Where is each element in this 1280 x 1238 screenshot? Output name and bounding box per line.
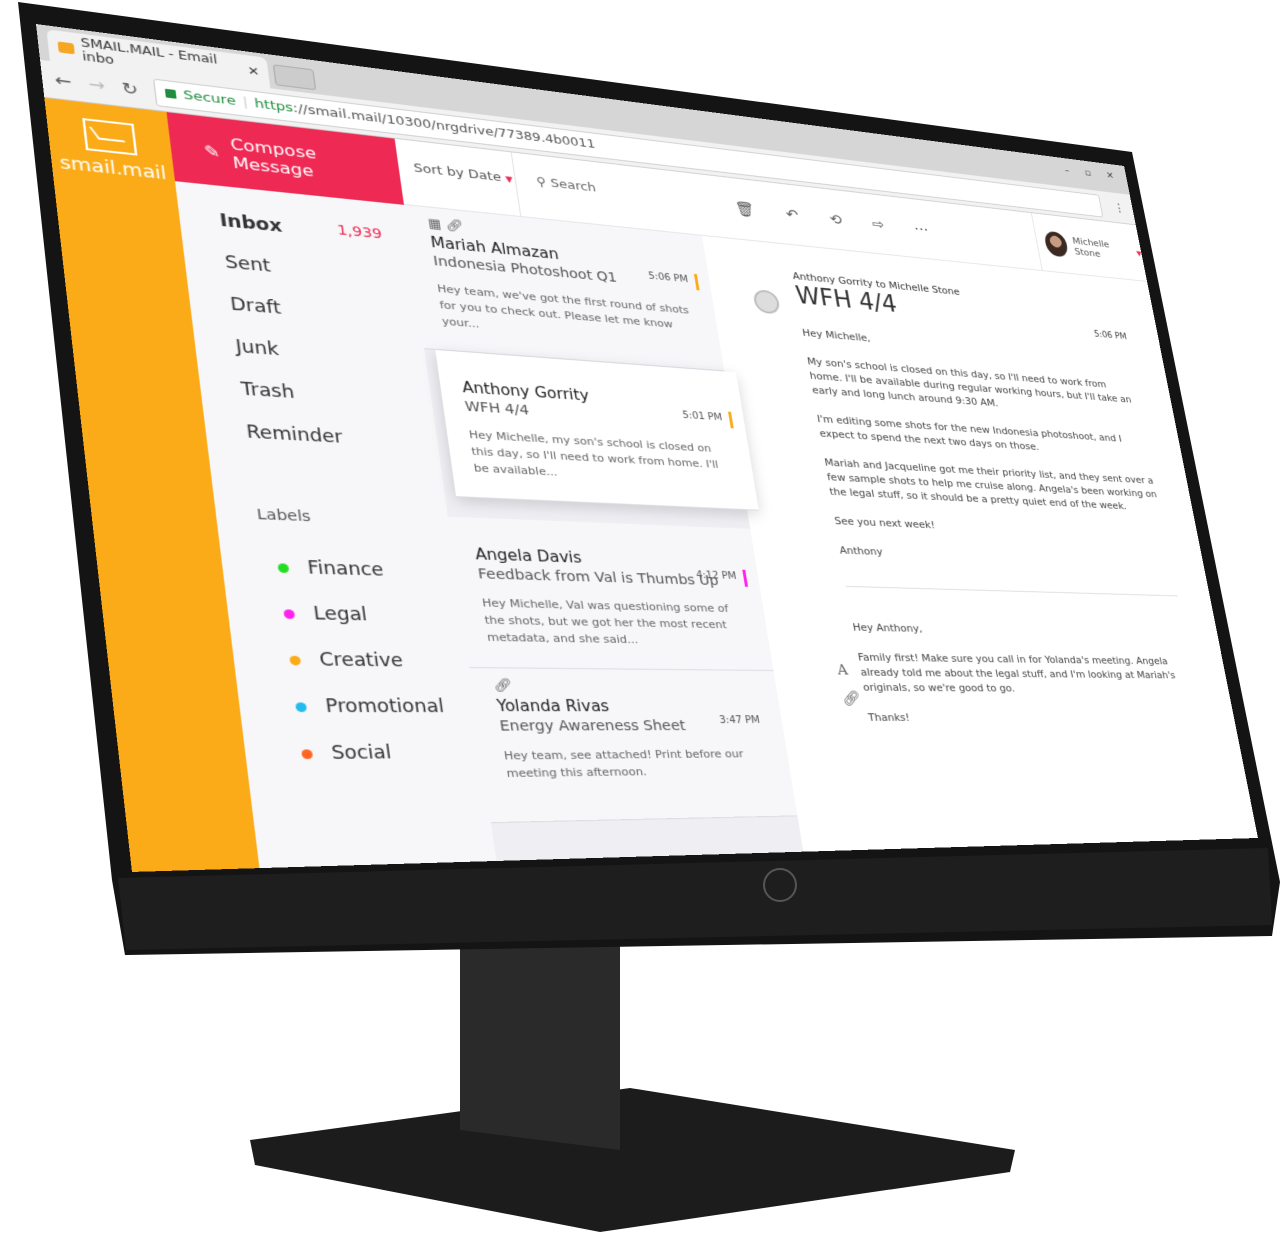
new-tab-button[interactable] bbox=[272, 64, 317, 91]
sort-label: Sort by Date bbox=[412, 161, 503, 185]
secure-label: Secure bbox=[182, 87, 237, 109]
body-paragraph: Mariah and Jacqueline got me their prior… bbox=[823, 456, 1158, 512]
hp-logo bbox=[763, 868, 797, 902]
message-from: Yolanda Rivas bbox=[495, 696, 611, 716]
forward-icon[interactable]: → bbox=[87, 74, 106, 95]
label-promotional[interactable]: Promotional bbox=[278, 683, 478, 730]
favicon-icon bbox=[57, 40, 75, 54]
stand-base bbox=[250, 1088, 1015, 1232]
label-text: Finance bbox=[306, 557, 385, 581]
label-dot-icon bbox=[289, 655, 302, 665]
nav-label: Reminder bbox=[245, 422, 344, 448]
reload-icon[interactable]: ↻ bbox=[121, 79, 139, 100]
label-text: Creative bbox=[318, 649, 405, 672]
avatar bbox=[1043, 230, 1070, 258]
reply-paragraph: Hey Anthony, bbox=[851, 621, 924, 635]
label-dot-icon bbox=[301, 748, 314, 759]
label-flag bbox=[693, 273, 700, 291]
message-item[interactable]: Angela Davis Feedback from Val is Thumbs… bbox=[447, 516, 774, 671]
reply-paragraph: Family first! Make sure you call in for … bbox=[856, 651, 1177, 695]
label-text: Social bbox=[330, 742, 393, 765]
label-social[interactable]: Social bbox=[284, 730, 484, 778]
back-icon[interactable]: ← bbox=[54, 70, 73, 91]
label-dot-icon bbox=[277, 562, 290, 573]
user-name: Michelle Stone bbox=[1071, 235, 1111, 260]
message-item-selected[interactable]: Anthony Gorrity WFH 4/4 5:01 PM Hey Mich… bbox=[435, 349, 759, 511]
message-time: 4:12 PM bbox=[695, 570, 738, 582]
more-icon[interactable]: ⋯ bbox=[913, 220, 930, 238]
message-preview: Hey Michelle, my son's school is closed … bbox=[468, 428, 720, 479]
nav-label: Sent bbox=[223, 252, 272, 277]
body-paragraph: My son's school is closed on this day, s… bbox=[806, 355, 1133, 409]
reader-time: 5:06 PM bbox=[1093, 329, 1128, 342]
forward-icon[interactable]: ⇨ bbox=[871, 215, 886, 233]
font-format-icon[interactable]: A bbox=[835, 656, 858, 684]
logo-icon bbox=[82, 117, 138, 156]
body-paragraph: See you next week! bbox=[833, 514, 936, 532]
label-text: Legal bbox=[312, 603, 369, 626]
label-flag bbox=[728, 411, 734, 429]
close-tab-icon[interactable]: ✕ bbox=[247, 64, 260, 79]
delete-icon[interactable]: 🗑︎ bbox=[734, 200, 756, 219]
reply-all-icon[interactable]: ⟲ bbox=[828, 210, 843, 228]
attach-link-icon[interactable]: 🔗︎ bbox=[840, 684, 863, 712]
reply-icon[interactable]: ↶ bbox=[785, 206, 800, 224]
search-icon: ⚲ bbox=[535, 174, 548, 190]
stand-neck bbox=[460, 930, 620, 1150]
message-preview: Hey team, we've got the first round of s… bbox=[436, 282, 690, 331]
nav-label: Junk bbox=[234, 336, 281, 361]
calendar-icon: ▦ bbox=[427, 216, 443, 233]
search-placeholder: Search bbox=[549, 176, 598, 196]
nav-label: Trash bbox=[239, 379, 296, 404]
body-paragraph: I'm editing some shots for the new Indon… bbox=[816, 412, 1123, 453]
compose-icon: ✎ bbox=[202, 140, 221, 162]
label-legal[interactable]: Legal bbox=[266, 590, 465, 639]
nav-label: Inbox bbox=[218, 211, 284, 237]
link-icon: 🔗︎ bbox=[493, 678, 514, 694]
sender-avatar bbox=[752, 289, 781, 315]
reply-editor[interactable]: A 🔗︎ Hey Anthony, Family first! Make sure… bbox=[836, 585, 1204, 726]
brand-name: smail.mail bbox=[58, 153, 168, 185]
window-controls[interactable]: – ▫ ✕ bbox=[1064, 164, 1121, 182]
label-creative[interactable]: Creative bbox=[272, 636, 471, 684]
message-preview: Hey Michelle, Val was questioning some o… bbox=[481, 596, 730, 647]
inbox-count: 1,939 bbox=[336, 222, 384, 243]
reply-paragraph: Thanks! bbox=[867, 711, 911, 724]
message-preview: Hey team, see attached! Print before our… bbox=[503, 747, 745, 781]
sort-dropdown[interactable]: Sort by Date ▼ bbox=[394, 138, 522, 217]
message-item[interactable]: 🔗︎ Yolanda Rivas Energy Awareness Sheet … bbox=[469, 668, 798, 824]
message-time: 3:47 PM bbox=[718, 715, 761, 726]
label-text: Promotional bbox=[324, 696, 446, 718]
lock-icon bbox=[165, 88, 177, 99]
label-finance[interactable]: Finance bbox=[261, 544, 459, 595]
url-scheme: https bbox=[253, 96, 294, 116]
body-paragraph: Anthony bbox=[838, 544, 884, 558]
link-icon: 🔗︎ bbox=[444, 218, 465, 235]
caret-down-icon: ▼ bbox=[504, 175, 514, 186]
nav-label: Draft bbox=[229, 294, 283, 319]
compose-label: Compose Message bbox=[229, 134, 318, 181]
label-dot-icon bbox=[295, 701, 308, 712]
label-flag bbox=[742, 569, 749, 587]
browser-menu-icon[interactable]: ⋮ bbox=[1112, 201, 1126, 215]
label-dot-icon bbox=[283, 608, 296, 619]
